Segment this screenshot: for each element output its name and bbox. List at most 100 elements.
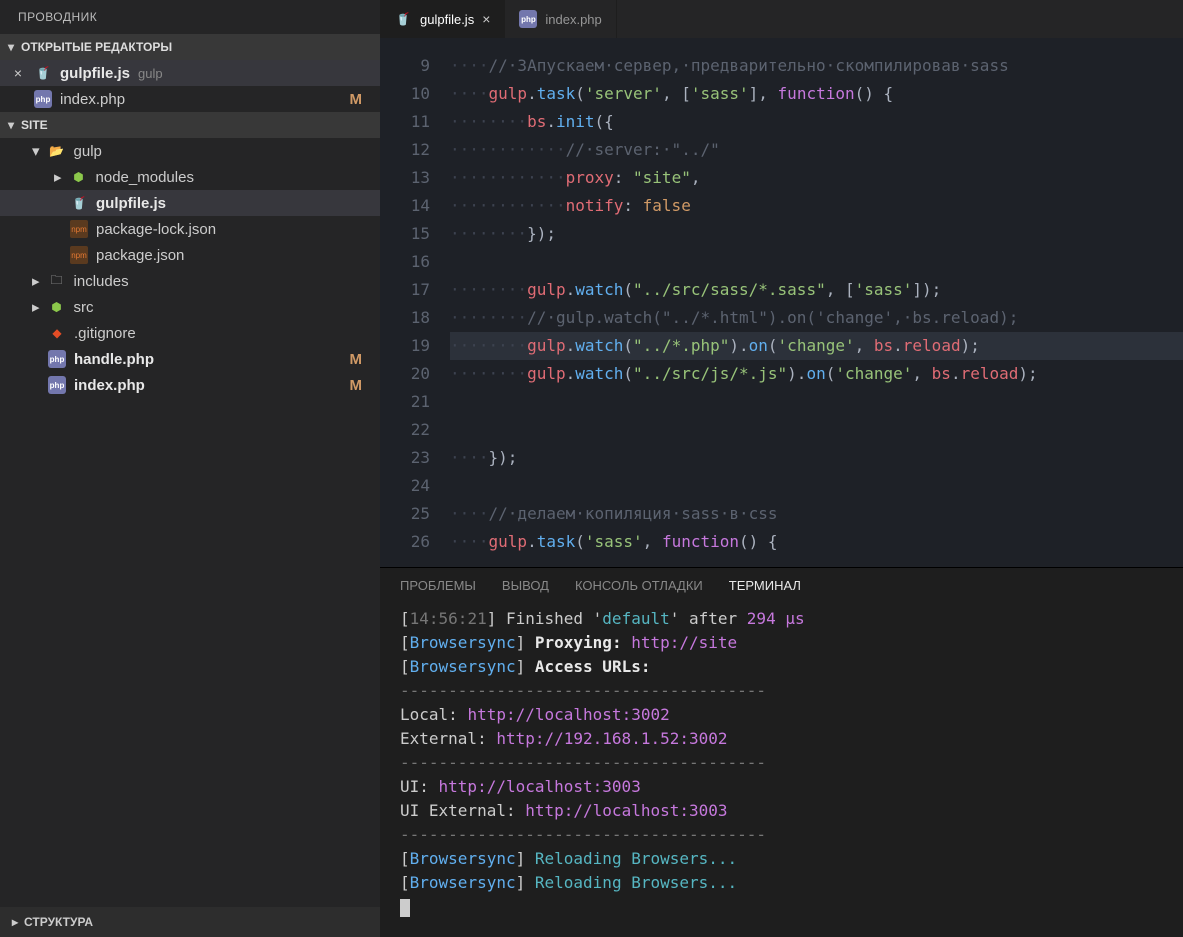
open-editors-label: ОТКРЫТЫЕ РЕДАКТОРЫ — [21, 40, 172, 54]
terminal-line: [Browsersync] Reloading Browsers... — [400, 871, 1163, 895]
bottom-panel: ПРОБЛЕМЫ ВЫВОД КОНСОЛЬ ОТЛАДКИ ТЕРМИНАЛ [14… — [380, 567, 1183, 937]
explorer-title: ПРОВОДНИК — [0, 0, 380, 34]
gulp-icon: 🥤 — [34, 64, 52, 82]
code-line[interactable]: ············proxy: "site", — [450, 164, 1183, 192]
modified-badge: M — [350, 377, 373, 394]
php-icon: php — [519, 10, 537, 28]
editor-area: 🥤gulpfile.js×phpindex.php 91011121314151… — [380, 0, 1183, 937]
terminal-line: -------------------------------------- — [400, 823, 1163, 847]
code-line[interactable]: ········gulp.watch("../src/js/*.js").on(… — [450, 360, 1183, 388]
json-icon: npm — [70, 246, 88, 264]
git-icon: ◆ — [48, 324, 66, 342]
panel-tab[interactable]: ТЕРМИНАЛ — [729, 578, 801, 593]
tree-item[interactable]: 📂 gulp — [0, 138, 380, 164]
terminal-line: -------------------------------------- — [400, 679, 1163, 703]
workspace-label: SITE — [21, 118, 48, 132]
modified-badge: M — [350, 351, 373, 368]
code-line[interactable] — [450, 472, 1183, 500]
code-line[interactable] — [450, 248, 1183, 276]
code-line[interactable]: ········//·gulp.watch("../*.html").on('c… — [450, 304, 1183, 332]
tree-item-label: handle.php — [74, 351, 154, 368]
php-icon: php — [48, 376, 66, 394]
close-icon[interactable]: × — [10, 65, 26, 81]
tree-item[interactable]: php index.php M — [0, 372, 380, 398]
sidebar: ПРОВОДНИК ОТКРЫТЫЕ РЕДАКТОРЫ × 🥤 gulpfile.… — [0, 0, 380, 937]
php-icon: php — [48, 350, 66, 368]
tree-item-label: node_modules — [96, 169, 194, 186]
panel-tabs: ПРОБЛЕМЫ ВЫВОД КОНСОЛЬ ОТЛАДКИ ТЕРМИНАЛ — [380, 568, 1183, 607]
chevron-down-icon — [8, 40, 16, 54]
panel-tab[interactable]: ПРОБЛЕМЫ — [400, 578, 476, 593]
open-editors-list: × 🥤 gulpfile.js gulp php index.php M — [0, 60, 380, 112]
close-icon[interactable]: × — [482, 11, 490, 27]
chevron-right-icon — [54, 168, 62, 186]
json-icon: npm — [70, 220, 88, 238]
code-line[interactable]: ········gulp.watch("../src/sass/*.sass",… — [450, 276, 1183, 304]
tree-item[interactable]: ◆ .gitignore — [0, 320, 380, 346]
code-line[interactable]: ········bs.init({ — [450, 108, 1183, 136]
code-line[interactable] — [450, 388, 1183, 416]
workspace-header[interactable]: SITE — [0, 112, 380, 138]
modified-badge: M — [350, 91, 373, 108]
code-content[interactable]: ····//·ЗАпускаем·сервер,·предварительно·… — [440, 38, 1183, 567]
open-editor-folder: gulp — [138, 66, 163, 81]
terminal-line: -------------------------------------- — [400, 751, 1163, 775]
tree-item-label: index.php — [74, 377, 145, 394]
tree-item[interactable]: 🗀 includes — [0, 268, 380, 294]
tree-item[interactable]: npm package.json — [0, 242, 380, 268]
folder-icon: 🗀 — [48, 272, 66, 290]
gulp-icon: 🥤 — [70, 194, 88, 212]
editor-tab[interactable]: php index.php — [505, 0, 616, 38]
tab-label: gulpfile.js — [420, 12, 474, 27]
code-line[interactable]: ············notify: false — [450, 192, 1183, 220]
tree-item-label: includes — [74, 273, 129, 290]
code-line[interactable]: ····}); — [450, 444, 1183, 472]
open-editors-header[interactable]: ОТКРЫТЫЕ РЕДАКТОРЫ — [0, 34, 380, 60]
panel-tab[interactable]: КОНСОЛЬ ОТЛАДКИ — [575, 578, 703, 593]
folder-open-icon: 📂 — [48, 142, 66, 160]
tab-label: index.php — [545, 12, 601, 27]
tree-item-label: package.json — [96, 247, 184, 264]
code-line[interactable]: ····gulp.task('sass', function() { — [450, 528, 1183, 556]
code-line[interactable] — [450, 416, 1183, 444]
code-line[interactable]: ····//·делаем·копиляция·sass·в·css — [450, 500, 1183, 528]
code-line[interactable]: ····gulp.task('server', ['sass'], functi… — [450, 80, 1183, 108]
tree-item-label: package-lock.json — [96, 221, 216, 238]
php-icon: php — [34, 90, 52, 108]
editor-tabs: 🥤gulpfile.js×phpindex.php — [380, 0, 1183, 38]
panel-tab[interactable]: ВЫВОД — [502, 578, 549, 593]
src-folder-icon: ⬢ — [48, 298, 66, 316]
tree-item-label: .gitignore — [74, 325, 136, 342]
code-line[interactable]: ····//·ЗАпускаем·сервер,·предварительно·… — [450, 52, 1183, 80]
editor-tab[interactable]: 🥤gulpfile.js× — [380, 0, 505, 38]
file-tree: 📂 gulp ⬢ node_modules 🥤 gulpfile.js npm package… — [0, 138, 380, 398]
open-editor-filename: gulpfile.js — [60, 65, 130, 82]
tree-item[interactable]: 🥤 gulpfile.js — [0, 190, 380, 216]
tree-item-label: gulpfile.js — [96, 195, 166, 212]
code-line[interactable]: ········}); — [450, 220, 1183, 248]
terminal-line: [14:56:21] Finished 'default' after 294 … — [400, 607, 1163, 631]
tree-item[interactable]: ⬢ node_modules — [0, 164, 380, 190]
terminal-cursor — [400, 899, 410, 917]
open-editor-filename: index.php — [60, 91, 125, 108]
tree-item[interactable]: php handle.php M — [0, 346, 380, 372]
terminal-line: External: http://192.168.1.52:3002 — [400, 727, 1163, 751]
terminal-line: [Browsersync] Access URLs: — [400, 655, 1163, 679]
nodejs-icon: ⬢ — [70, 168, 88, 186]
code-line[interactable]: ············//·server:·"../" — [450, 136, 1183, 164]
tree-item[interactable]: npm package-lock.json — [0, 216, 380, 242]
line-gutter: 91011121314151617181920212223242526 — [380, 38, 440, 567]
tree-item[interactable]: ⬢ src — [0, 294, 380, 320]
chevron-right-icon — [32, 272, 40, 290]
tree-item-label: src — [74, 299, 94, 316]
terminal-line: [Browsersync] Reloading Browsers... — [400, 847, 1163, 871]
code-editor[interactable]: 91011121314151617181920212223242526 ····… — [380, 38, 1183, 567]
code-line[interactable]: ········gulp.watch("../*.php").on('chang… — [450, 332, 1183, 360]
terminal-line: UI External: http://localhost:3003 — [400, 799, 1163, 823]
terminal-line: Local: http://localhost:3002 — [400, 703, 1163, 727]
open-editor-item[interactable]: php index.php M — [0, 86, 380, 112]
open-editor-item[interactable]: × 🥤 gulpfile.js gulp — [0, 60, 380, 86]
outline-header[interactable]: СТРУКТУРА — [0, 907, 380, 937]
terminal-output[interactable]: [14:56:21] Finished 'default' after 294 … — [380, 607, 1183, 937]
tree-item-label: gulp — [74, 143, 102, 160]
